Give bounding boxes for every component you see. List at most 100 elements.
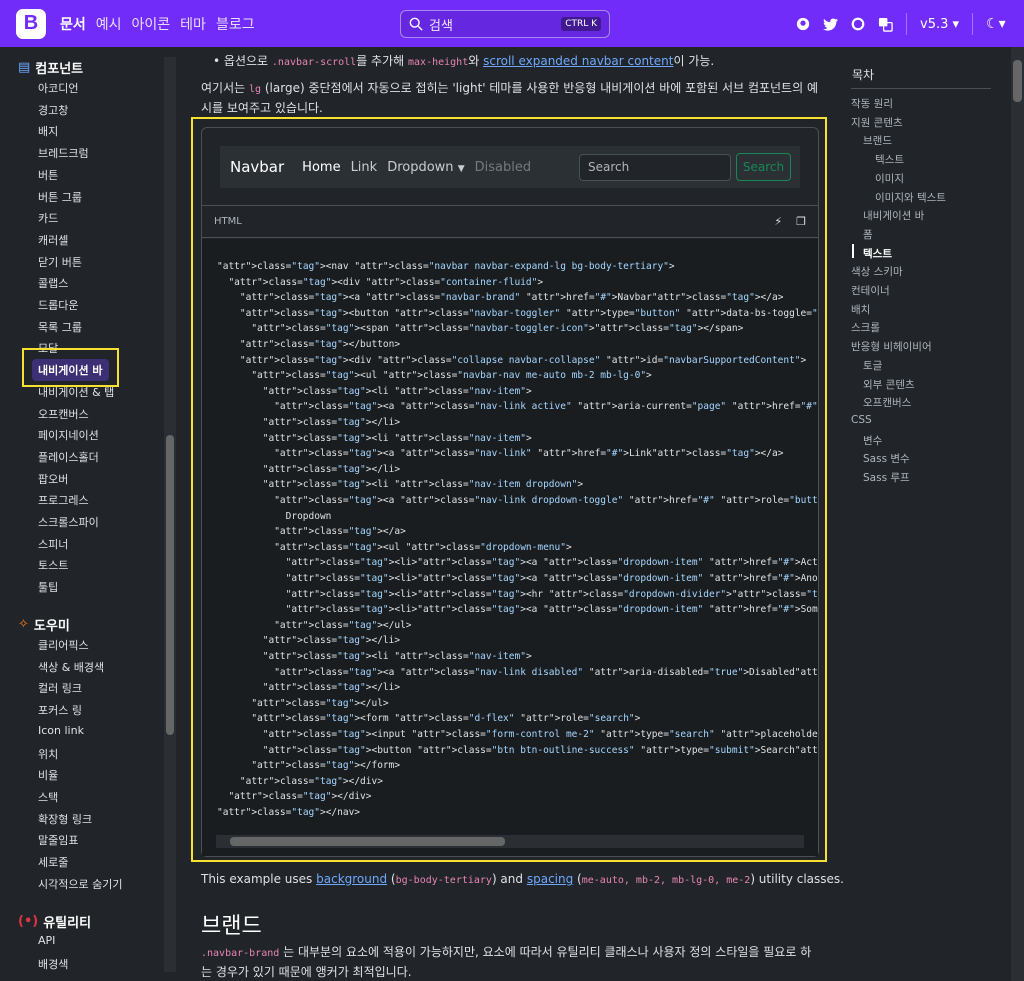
nav-themes[interactable]: 테마 [180, 14, 206, 34]
sidebar-item[interactable]: 브레드크럼 [38, 145, 89, 161]
toc-item[interactable]: 내비게이션 바 [863, 208, 924, 223]
sidebar-item[interactable]: 시각적으로 숨기기 [38, 876, 122, 892]
sidebar-group-utilities-icon: (•) [18, 914, 39, 929]
toc-item[interactable]: 브랜드 [863, 133, 892, 148]
sidebar-item[interactable]: 오프캔버스 [38, 406, 89, 422]
code-language-label: HTML [214, 216, 242, 227]
github-icon[interactable] [796, 17, 810, 31]
search-button[interactable]: 검색 CTRL K [400, 10, 610, 38]
sidebar-highlight-box [22, 348, 119, 387]
sidebar-group-helpers-icon: ✧ [18, 617, 29, 632]
opencollective-icon[interactable] [851, 17, 865, 31]
code-line: "attr">class="tag"></nav> [217, 807, 361, 818]
sidebar-item[interactable]: 컬러 링크 [38, 680, 82, 696]
theme-toggle-icon[interactable]: ☾▾ [986, 16, 1006, 32]
background-link[interactable]: background [316, 872, 387, 886]
demo-dropdown-toggle[interactable]: Dropdown ▼ [387, 160, 464, 175]
toc-item[interactable]: 변수 [863, 433, 882, 448]
sidebar-item[interactable]: Icon link [38, 724, 84, 737]
toc-item[interactable]: 컨테이너 [851, 283, 890, 298]
nav-examples[interactable]: 예시 [96, 14, 122, 34]
demo-link-link[interactable]: Link [351, 160, 378, 175]
sidebar: ▤ 컴포넌트아코디언경고창배지브레드크럼버튼버튼 그룹카드캐러셀닫기 버튼콜랩스드… [0, 47, 178, 981]
scroll-navbar-link[interactable]: scroll expanded navbar content [483, 54, 673, 68]
demo-search-input[interactable]: Search [579, 154, 731, 181]
sidebar-item[interactable]: 스피너 [38, 536, 68, 552]
sidebar-item[interactable]: API [38, 934, 55, 947]
toc-item[interactable]: 외부 콘텐츠 [863, 377, 915, 392]
code-line: "attr">class="tag"><li>"attr">class="tag… [285, 573, 818, 584]
sidebar-item[interactable]: 경고창 [38, 102, 68, 118]
toc-item[interactable]: CSS [851, 414, 872, 426]
demo-search-button[interactable]: Search [736, 153, 791, 181]
code-scroll-thumb[interactable] [230, 837, 505, 846]
sidebar-item[interactable]: 세로줄 [38, 854, 68, 870]
toc-item[interactable]: 텍스트 [863, 246, 892, 261]
sidebar-item[interactable]: 포커스 링 [38, 702, 82, 718]
demo-navbar-brand[interactable]: Navbar [230, 158, 284, 176]
toc-item[interactable]: 스크롤 [851, 320, 880, 335]
sidebar-item[interactable]: 아코디언 [38, 80, 78, 96]
code-line: "attr">class="tag"></li> [262, 682, 401, 694]
sidebar-item[interactable]: 목록 그룹 [38, 319, 82, 335]
code-line: "attr">class="tag"><a "attr">class="nav-… [274, 495, 818, 506]
toc-item[interactable]: 오프캔버스 [863, 395, 911, 410]
toc-item[interactable]: 작동 원리 [851, 96, 893, 111]
bootstrap-logo[interactable]: B [16, 8, 46, 39]
sidebar-item[interactable]: 프로그레스 [38, 492, 89, 508]
toc-item[interactable]: 이미지 [875, 171, 904, 186]
sidebar-item[interactable]: 위치 [38, 746, 58, 762]
toc-item[interactable]: 반응형 비헤이비어 [851, 339, 932, 354]
sidebar-item[interactable]: 드롭다운 [38, 297, 78, 313]
sidebar-item[interactable]: 툴팁 [38, 579, 58, 595]
toc-item[interactable]: 배치 [851, 302, 870, 317]
sidebar-item[interactable]: 팝오버 [38, 471, 68, 487]
toc-item[interactable]: Sass 루프 [863, 470, 910, 485]
page-scrollbar[interactable] [1011, 47, 1024, 981]
nav-icons[interactable]: 아이콘 [132, 14, 171, 34]
toc-item[interactable]: 이미지와 텍스트 [875, 190, 946, 205]
page-scroll-thumb[interactable] [1013, 60, 1022, 102]
toc-item[interactable]: 토글 [863, 358, 882, 373]
sidebar-item[interactable]: 확장형 링크 [38, 811, 92, 827]
sidebar-item[interactable]: 배지 [38, 123, 58, 139]
sidebar-item[interactable]: 배경색 [38, 956, 68, 972]
sidebar-item[interactable]: 페이지네이션 [38, 427, 99, 443]
toc-item[interactable]: 폼 [863, 227, 873, 242]
caret-down-icon: ▼ [457, 163, 465, 174]
stackblitz-icon[interactable]: ⚡ [774, 215, 782, 228]
search-icon [409, 17, 423, 31]
demo-link-home[interactable]: Home [302, 160, 340, 175]
sidebar-item[interactable]: 캐러셀 [38, 232, 68, 248]
sidebar-scroll-thumb[interactable] [166, 435, 174, 735]
toc-item[interactable]: 지원 콘텐츠 [851, 115, 903, 130]
code-line: "attr">class="tag"><div "attr">class="co… [239, 354, 807, 366]
spacing-link[interactable]: spacing [527, 872, 573, 886]
copy-icon[interactable]: ❐ [796, 215, 806, 228]
sidebar-item[interactable]: 토스트 [38, 557, 68, 573]
sidebar-item[interactable]: 버튼 [38, 167, 58, 183]
sidebar-item[interactable]: 비율 [38, 767, 58, 783]
code-line: "attr">class="tag"><nav "attr">class="na… [217, 261, 675, 272]
nav-docs[interactable]: 문서 [60, 14, 86, 34]
sidebar-item[interactable]: 말줄임표 [38, 832, 78, 848]
toc-item[interactable]: 텍스트 [875, 152, 904, 167]
toc-divider [851, 88, 991, 89]
toc-item[interactable]: Sass 변수 [863, 451, 910, 466]
sidebar-item[interactable]: 카드 [38, 210, 58, 226]
sidebar-item[interactable]: 색상 & 배경색 [38, 659, 104, 675]
version-dropdown[interactable]: v5.3 ▾ [920, 17, 959, 32]
toc-item[interactable]: 색상 스키마 [851, 264, 903, 279]
twitter-icon[interactable] [823, 17, 838, 31]
sidebar-group-components: ▤ 컴포넌트 [18, 58, 83, 77]
sidebar-item[interactable]: 클리어픽스 [38, 637, 89, 653]
sidebar-item[interactable]: 플레이스홀더 [38, 449, 99, 465]
sidebar-item[interactable]: 스택 [38, 789, 58, 805]
code-header: HTML ⚡ ❐ [202, 205, 818, 238]
sidebar-item[interactable]: 스크롤스파이 [38, 514, 99, 530]
sidebar-item[interactable]: 닫기 버튼 [38, 254, 82, 270]
translate-icon[interactable] [878, 17, 893, 32]
sidebar-item[interactable]: 버튼 그룹 [38, 189, 82, 205]
sidebar-item[interactable]: 콜랩스 [38, 275, 68, 291]
nav-blog[interactable]: 블로그 [216, 14, 255, 34]
